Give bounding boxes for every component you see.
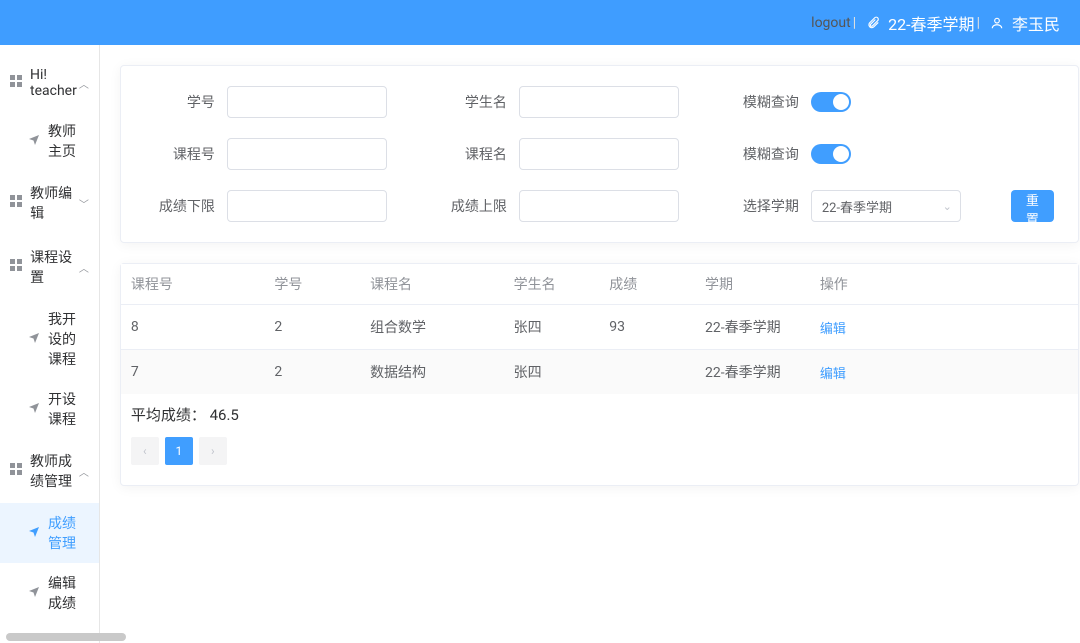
table-row: 8 2 组合数学 张四 93 22-春季学期 编辑: [121, 305, 1078, 350]
cell-semester: 22-春季学期: [695, 305, 810, 350]
divider: |: [853, 15, 856, 31]
course-name-input[interactable]: [519, 138, 679, 170]
course-id-input[interactable]: [227, 138, 387, 170]
th-student-id: 学号: [264, 264, 360, 305]
page-next-button[interactable]: ›: [199, 437, 227, 465]
th-course-id: 课程号: [121, 264, 265, 305]
plane-icon: [28, 133, 40, 149]
semester-select-value: 22-春季学期: [822, 197, 892, 216]
plane-icon: [28, 525, 40, 541]
sidebar-group-teacher[interactable]: Hi! teacher ︿: [0, 55, 99, 111]
th-course-name: 课程名: [360, 264, 504, 305]
sidebar-group-course[interactable]: 课程设置 ︿: [0, 235, 99, 299]
divider: |: [977, 15, 980, 31]
student-name-input[interactable]: [519, 86, 679, 118]
edit-link[interactable]: 编辑: [820, 322, 846, 337]
avg-value: 46.5: [210, 406, 239, 424]
sidebar-group-label: 教师编辑: [30, 183, 79, 223]
sidebar-item-score-manage[interactable]: 成绩管理: [0, 503, 99, 563]
sidebar-item-my-courses[interactable]: 我开设的课程: [0, 299, 99, 379]
fuzzy-search-toggle-1[interactable]: [811, 92, 851, 112]
score-min-label: 成绩下限: [145, 196, 215, 216]
average-score-row: 平均成绩： 46.5: [131, 394, 1068, 437]
student-id-label: 学号: [145, 92, 215, 112]
th-spacer: [906, 264, 1078, 305]
avg-label: 平均成绩：: [131, 406, 206, 424]
cell-course-name: 数据结构: [360, 350, 504, 395]
th-semester: 学期: [695, 264, 810, 305]
logout-link[interactable]: logout: [811, 15, 851, 31]
plane-icon: [28, 585, 40, 601]
sidebar-item-label: 教师主页: [48, 121, 89, 161]
fuzzy-search-label: 模糊查询: [729, 92, 799, 112]
chevron-up-icon: ︿: [79, 76, 89, 91]
pagination: ‹ 1 ›: [131, 437, 1068, 465]
score-table: 课程号 学号 课程名 学生名 成绩 学期 操作 8 2 组合数学: [121, 264, 1078, 394]
sidebar-item-label: 成绩管理: [48, 513, 89, 553]
th-student-name: 学生名: [504, 264, 600, 305]
sidebar-item-label: 我开设的课程: [48, 309, 89, 369]
sidebar-group-score[interactable]: 教师成绩管理 ︿: [0, 439, 99, 503]
sidebar: Hi! teacher ︿ 教师主页 教师编辑 ﹀ 课程设置 ︿: [0, 45, 100, 643]
plane-icon: [28, 401, 40, 417]
attachment-icon: [866, 16, 880, 30]
results-panel: 课程号 学号 课程名 学生名 成绩 学期 操作 8 2 组合数学: [120, 263, 1079, 486]
score-max-label: 成绩上限: [437, 196, 507, 216]
sidebar-item-open-course[interactable]: 开设课程: [0, 379, 99, 439]
sidebar-item-label: 开设课程: [48, 389, 89, 429]
fuzzy-search-label: 模糊查询: [729, 144, 799, 164]
th-score: 成绩: [599, 264, 695, 305]
student-id-input[interactable]: [227, 86, 387, 118]
sidebar-group-label: 课程设置: [30, 247, 79, 287]
grid-icon: [10, 195, 22, 211]
course-id-label: 课程号: [145, 144, 215, 164]
page-number-button[interactable]: 1: [165, 437, 193, 465]
sidebar-item-edit-score[interactable]: 编辑成绩: [0, 563, 99, 623]
score-max-input[interactable]: [519, 190, 679, 222]
sidebar-item-teacher-home[interactable]: 教师主页: [0, 111, 99, 171]
semester-select[interactable]: 22-春季学期 ⌄: [811, 190, 961, 222]
grid-icon: [10, 75, 22, 91]
course-name-label: 课程名: [437, 144, 507, 164]
current-semester: 22-春季学期: [888, 11, 974, 35]
cell-score: [599, 350, 695, 395]
edit-link[interactable]: 编辑: [820, 367, 846, 382]
cell-course-id: 8: [121, 305, 265, 350]
student-name-label: 学生名: [437, 92, 507, 112]
user-icon: [990, 16, 1004, 30]
fuzzy-search-toggle-2[interactable]: [811, 144, 851, 164]
chevron-up-icon: ︿: [79, 464, 89, 479]
chevron-down-icon: ⌄: [943, 200, 952, 213]
cell-student-id: 2: [264, 350, 360, 395]
reset-button[interactable]: 重置: [1011, 190, 1054, 222]
grid-icon: [10, 463, 22, 479]
cell-course-id: 7: [121, 350, 265, 395]
table-row: 7 2 数据结构 张四 22-春季学期 编辑: [121, 350, 1078, 395]
sidebar-group-label: 教师成绩管理: [30, 451, 79, 491]
grid-icon: [10, 259, 22, 275]
cell-student-name: 张四: [504, 350, 600, 395]
cell-student-id: 2: [264, 305, 360, 350]
filter-panel: 学号 学生名 模糊查询 课程号 课程名: [120, 65, 1079, 243]
sidebar-item-label: 编辑成绩: [48, 573, 89, 613]
top-header: logout | 22-春季学期 | 李玉民: [0, 0, 1080, 45]
sidebar-group-label: Hi! teacher: [30, 67, 79, 99]
plane-icon: [28, 331, 40, 347]
cell-student-name: 张四: [504, 305, 600, 350]
sidebar-group-teacher-edit[interactable]: 教师编辑 ﹀: [0, 171, 99, 235]
username: 李玉民: [1012, 11, 1060, 35]
main-content: 学号 学生名 模糊查询 课程号 课程名: [100, 45, 1080, 643]
semester-select-label: 选择学期: [729, 196, 799, 216]
th-action: 操作: [810, 264, 906, 305]
chevron-down-icon: ﹀: [79, 196, 89, 211]
chevron-up-icon: ︿: [79, 260, 89, 275]
cell-semester: 22-春季学期: [695, 350, 810, 395]
page-prev-button[interactable]: ‹: [131, 437, 159, 465]
score-min-input[interactable]: [227, 190, 387, 222]
cell-course-name: 组合数学: [360, 305, 504, 350]
cell-score: 93: [599, 305, 695, 350]
horizontal-scrollbar[interactable]: [6, 633, 126, 641]
